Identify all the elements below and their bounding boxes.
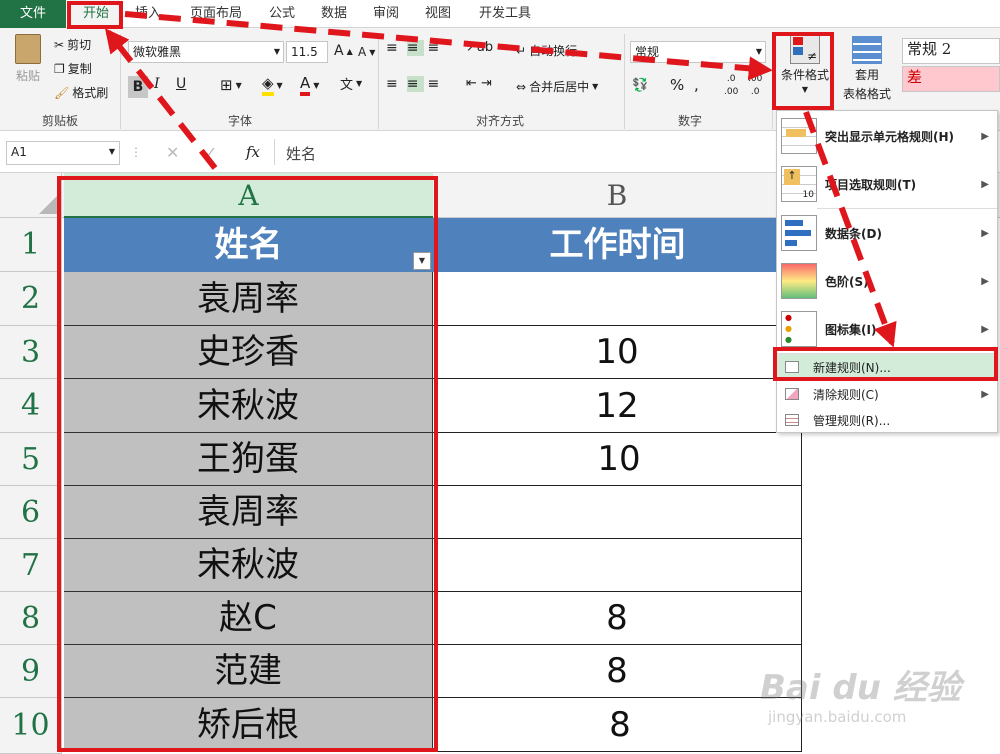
arrow-column-to-home xyxy=(105,28,218,170)
watermark-logo: Bai du 经验 xyxy=(760,668,961,708)
arrow-home-to-conditional xyxy=(124,11,773,81)
annotation-arrows xyxy=(105,11,897,348)
arrow-conditional-to-new-rule xyxy=(803,110,897,348)
watermark-url: jingyan.baidu.com xyxy=(768,708,907,726)
